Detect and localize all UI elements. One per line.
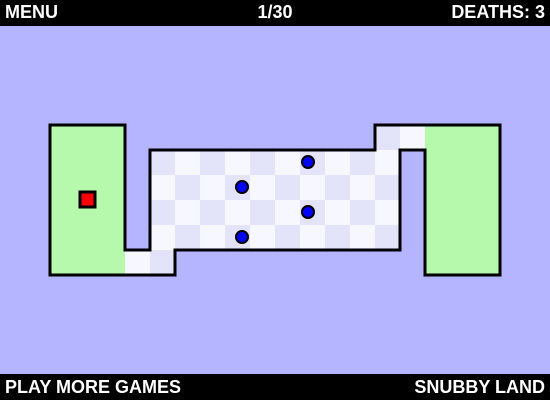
enemy-dot bbox=[235, 230, 249, 244]
bottom-bar: PLAY MORE GAMES SNUBBY LAND bbox=[0, 374, 550, 400]
player-square bbox=[78, 190, 97, 209]
deaths-counter: DEATHS: 3 bbox=[451, 2, 545, 22]
play-more-games-link[interactable]: PLAY MORE GAMES bbox=[5, 378, 181, 396]
enemy-dot bbox=[301, 205, 315, 219]
game-stage: MENU 1/30 DEATHS: 3 PLAY MORE GAMES SNUB… bbox=[0, 0, 550, 400]
enemy-dot bbox=[235, 180, 249, 194]
finish-zone bbox=[425, 125, 500, 275]
snubby-land-link[interactable]: SNUBBY LAND bbox=[414, 378, 545, 396]
enemy-dot bbox=[301, 155, 315, 169]
top-bar: MENU 1/30 DEATHS: 3 bbox=[0, 0, 550, 26]
checkered-floor bbox=[125, 125, 425, 275]
level-board bbox=[48, 123, 502, 277]
